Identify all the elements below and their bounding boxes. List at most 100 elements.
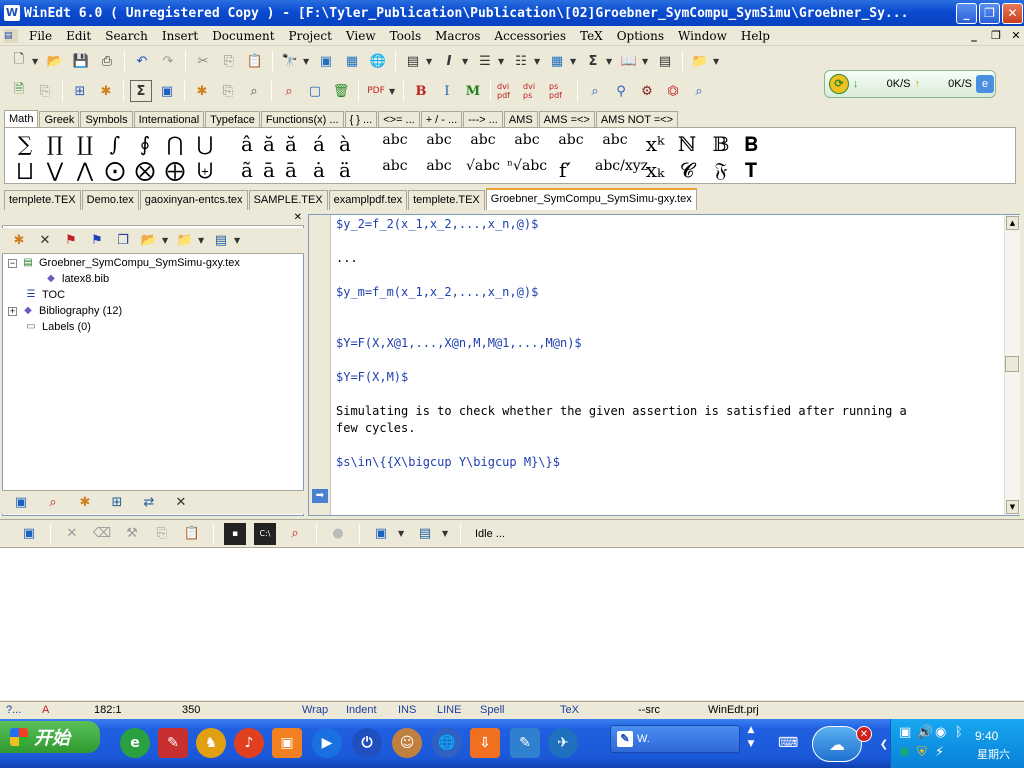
gather-icon[interactable]: ✱ xyxy=(95,80,117,102)
status-position[interactable]: 182:1 xyxy=(94,704,122,716)
close-icon[interactable]: ✕ xyxy=(294,212,302,223)
save-icon[interactable]: 💾 xyxy=(70,50,92,72)
math-symbol-button[interactable]: ℕ xyxy=(673,132,701,156)
chevron-down-icon[interactable]: ▼ xyxy=(442,529,452,538)
math-symbol-button[interactable]: ⨀ xyxy=(101,158,129,182)
tree-item-toc[interactable]: ☰ TOC xyxy=(24,288,66,302)
menu-window[interactable]: Window xyxy=(671,29,734,43)
tab-greek[interactable]: Greek xyxy=(39,111,80,128)
quicklaunch-games-icon[interactable]: ♞ xyxy=(196,728,226,758)
editor-pane[interactable] xyxy=(308,214,1020,516)
new-document-icon[interactable]: 🗎 xyxy=(8,80,30,102)
spell-search-icon[interactable]: ⌕ xyxy=(278,80,300,102)
quicklaunch-globe-icon[interactable]: 🌐 xyxy=(432,728,462,758)
math-symbol-button[interactable]: abc xyxy=(419,132,459,148)
math-symbol-button[interactable]: ă xyxy=(277,132,305,156)
tray-antivirus-icon[interactable]: ◉ xyxy=(935,725,946,740)
makeindex-icon[interactable]: I xyxy=(436,80,458,102)
preview-icon[interactable]: ▣ xyxy=(156,80,178,102)
taskbar-winedt-button[interactable]: ✎ W. xyxy=(610,725,740,753)
tree-sync-icon[interactable]: ⇄ xyxy=(138,492,160,514)
tree-item-root[interactable]: − ▤ Groebner_SymCompu_SymSimu-gxy.tex xyxy=(8,256,240,270)
status-mode[interactable]: A xyxy=(42,704,49,716)
makeglossary-icon[interactable]: M xyxy=(462,80,484,102)
tree-explorer-icon[interactable]: ⊞ xyxy=(106,492,128,514)
tray-shield-icon[interactable]: ⛨ xyxy=(917,745,927,760)
tab-relations[interactable]: <>= ... xyxy=(378,111,420,128)
maximize-button[interactable]: ❐ xyxy=(979,3,1000,24)
math-symbol-button[interactable]: ∐ xyxy=(71,132,99,156)
dvi-search-icon[interactable]: ⌕ xyxy=(584,80,606,102)
menu-document[interactable]: Document xyxy=(205,29,281,43)
dvi-ps-icon[interactable]: dvi ps xyxy=(523,80,545,102)
list-icon[interactable]: ☷ xyxy=(510,50,532,72)
open-icon[interactable]: 📂 xyxy=(138,230,160,252)
status-project[interactable]: WinEdt.prj xyxy=(708,704,759,716)
chevron-down-icon[interactable]: ▼ xyxy=(32,57,42,66)
tab-gaoxinyan[interactable]: gaoxinyan-entcs.tex xyxy=(139,190,248,210)
status-tex[interactable]: TeX xyxy=(560,704,579,716)
trash-icon[interactable]: 🗑 xyxy=(330,80,352,102)
insert-table-icon[interactable]: ▦ xyxy=(546,50,568,72)
open-folder-icon[interactable]: 📂 xyxy=(44,50,66,72)
math-symbol-button[interactable]: xᵏ xyxy=(641,132,669,156)
tray-app-icon[interactable]: ▣ xyxy=(899,725,911,740)
math-symbol-button[interactable]: 𝔹 xyxy=(707,132,735,156)
menu-project[interactable]: Project xyxy=(282,29,339,43)
math-symbol-button[interactable]: ⁿ√abc xyxy=(507,158,547,174)
scroll-down-icon[interactable]: ▼ xyxy=(1006,500,1019,514)
bookmark-blue-icon[interactable]: ⚑ xyxy=(86,230,108,252)
status-ins[interactable]: INS xyxy=(398,704,416,716)
math-symbol-button[interactable]: à xyxy=(331,132,359,156)
refresh-icon[interactable]: ⟳ xyxy=(829,74,849,94)
menu-view[interactable]: View xyxy=(339,29,383,43)
chevron-down-icon[interactable]: ▼ xyxy=(642,57,652,66)
copy-files-icon[interactable]: ⎘ xyxy=(217,80,239,102)
code-line[interactable]: $s\in\{{X\bigcup Y\bigcup M}\}$ xyxy=(336,455,560,469)
tab-ams-relations[interactable]: AMS =<> xyxy=(538,111,595,128)
tree-options-icon[interactable]: ✱ xyxy=(74,492,96,514)
math-symbol-button[interactable]: ⋂ xyxy=(161,132,189,156)
status-spell[interactable]: Spell xyxy=(480,704,504,716)
menu-accessories[interactable]: Accessories xyxy=(487,29,573,43)
search-icon[interactable]: ⌕ xyxy=(243,80,265,102)
code-line[interactable]: few cycles. xyxy=(336,421,415,435)
dvi-fonts-icon[interactable]: ⚙ xyxy=(636,80,658,102)
code-line[interactable]: $Y=F(X,M)$ xyxy=(336,370,408,384)
menu-tex[interactable]: TeX xyxy=(573,29,610,43)
menu-insert[interactable]: Insert xyxy=(155,29,205,43)
copy-icon[interactable]: ⎘ xyxy=(218,50,240,72)
pdf-search-icon[interactable]: ⌕ xyxy=(688,80,710,102)
bluetooth-icon[interactable]: ᛒ xyxy=(955,725,963,740)
code-line[interactable]: $y_2=f_2(x_1,x_2,...,x_n,@)$ xyxy=(336,217,538,231)
command-prompt-icon[interactable]: C:\ xyxy=(254,522,276,545)
clear-icon[interactable]: ⚒ xyxy=(121,523,143,545)
tab-templete-2[interactable]: templete.TEX xyxy=(408,190,485,210)
collapse-icon[interactable]: − xyxy=(8,258,17,268)
chevron-down-icon[interactable]: ▼ xyxy=(303,57,313,66)
math-symbol-button[interactable]: f′ xyxy=(551,158,579,182)
expand-icon[interactable]: + xyxy=(8,306,17,316)
book-icon[interactable]: 📖 xyxy=(618,50,640,72)
math-symbol-button[interactable]: ä xyxy=(331,158,359,182)
window-icon[interactable]: ▢ xyxy=(304,80,326,102)
tab-math[interactable]: Math xyxy=(4,110,39,128)
mdi-restore-button[interactable]: ❐ xyxy=(988,28,1004,43)
math-symbol-button[interactable]: abc xyxy=(595,132,635,148)
tab-braces[interactable]: { } ... xyxy=(344,111,378,128)
console-view-icon[interactable]: ▣ xyxy=(18,523,40,545)
taskbar-scroll[interactable]: ▲ ▼ xyxy=(744,723,758,753)
code-line[interactable]: $y_m=f_m(x_1,x_2,...,x_n,@)$ xyxy=(336,285,538,299)
math-symbol-button[interactable]: ⨄ xyxy=(191,158,219,182)
chevron-down-icon[interactable]: ▼ xyxy=(498,57,508,66)
acrobat-icon[interactable]: ⏣ xyxy=(662,80,684,102)
quicklaunch-power-icon[interactable]: ⏻ xyxy=(352,728,382,758)
find-icon[interactable]: 🔭 xyxy=(279,50,301,72)
tab-symbols[interactable]: Symbols xyxy=(80,111,133,128)
tab-functions[interactable]: Functions(x) ... xyxy=(260,111,344,128)
math-symbol-button[interactable]: ∏ xyxy=(41,132,69,156)
stop-icon[interactable]: ● xyxy=(327,523,349,545)
ps-pdf-icon[interactable]: ps pdf xyxy=(549,80,571,102)
chevron-down-icon[interactable]: ▼ xyxy=(534,57,544,66)
scrollbar-thumb[interactable] xyxy=(1005,356,1019,372)
